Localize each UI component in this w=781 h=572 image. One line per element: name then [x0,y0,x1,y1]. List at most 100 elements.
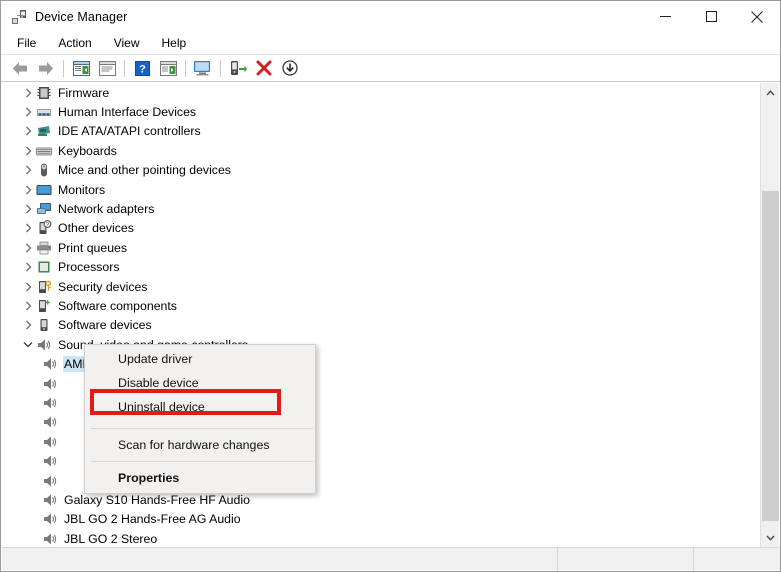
network-adapter-icon [36,201,53,217]
tree-item-label: JBL GO 2 Stereo [64,532,161,546]
tree-item-label: Security devices [58,280,152,294]
scroll-down-button[interactable] [761,528,780,547]
tree-item-label: Mice and other pointing devices [58,163,235,177]
minimize-button[interactable] [642,1,688,32]
view-details-icon[interactable] [156,57,180,80]
speaker-icon [42,395,59,411]
close-button[interactable] [734,1,780,32]
show-hide-console-tree-icon[interactable] [69,57,93,80]
context-menu-spacer [85,419,315,424]
tree-item-firmware[interactable]: Firmware [2,83,762,102]
tree-item-software-components[interactable]: Software components [2,296,762,315]
speaker-icon [42,414,59,430]
help-icon[interactable]: ? [130,57,154,80]
other-device-icon: ? [36,220,53,236]
status-bar-panel-3 [694,548,780,571]
tree-item-processors[interactable]: Processors [2,258,762,277]
tree-item-keyboards[interactable]: Keyboards [2,141,762,160]
chevron-right-icon[interactable] [20,277,36,296]
tree-item-label: Keyboards [58,144,121,158]
toolbar-separator-4 [220,60,221,77]
chevron-right-icon[interactable] [20,103,36,122]
context-menu-item-scan-for-hardware-changes[interactable]: Scan for hardware changes [85,433,315,457]
device-manager-window: Device Manager File Action View Help [0,0,781,572]
tree-item-network-adapters[interactable]: Network adapters [2,199,762,218]
window-title: Device Manager [35,10,127,24]
tree-item-mice-and-other-pointing-devices[interactable]: Mice and other pointing devices [2,161,762,180]
chevron-right-icon[interactable] [20,83,36,102]
monitor-icon [36,182,53,198]
menu-action[interactable]: Action [48,33,101,53]
chevron-right-icon[interactable] [20,296,36,315]
chevron-right-icon[interactable] [20,316,36,335]
chevron-right-icon[interactable] [20,219,36,238]
context-menu-item-disable-device[interactable]: Disable device [85,371,315,395]
tree-item-label: Human Interface Devices [58,105,200,119]
software-device-icon [36,317,53,333]
chevron-right-icon[interactable] [20,200,36,219]
forward-icon[interactable] [34,57,58,80]
tree-item-jbl-go-2-stereo[interactable]: JBL GO 2 Stereo [2,529,762,547]
chevron-right-icon[interactable] [20,122,36,141]
uninstall-device-icon[interactable] [252,57,276,80]
tree-item-monitors[interactable]: Monitors [2,180,762,199]
firmware-icon [36,85,53,101]
tree-item-security-devices[interactable]: Security devices [2,277,762,296]
tree-item-ide-ata-atapi-controllers[interactable]: IDE ATA/ATAPI controllers [2,122,762,141]
menu-file[interactable]: File [7,33,46,53]
tree-item-label: Galaxy S10 Hands-Free HF Audio [64,493,254,507]
chevron-right-icon[interactable] [20,161,36,180]
context-menu-item-uninstall-device[interactable]: Uninstall device [85,395,315,419]
toolbar-separator-3 [185,60,186,77]
context-menu-separator-2 [91,461,313,462]
keyboard-icon [36,143,53,159]
menu-bar: File Action View Help [1,32,780,55]
status-bar-panel-2 [558,548,694,571]
title-bar: Device Manager [1,1,780,32]
svg-text:?: ? [139,63,146,75]
tree-item-human-interface-devices[interactable]: Human Interface Devices [2,102,762,121]
speaker-icon [42,376,59,392]
tree-item-label: Print queues [58,241,131,255]
tree-item-label: Processors [58,260,124,274]
status-bar-message [2,548,558,571]
disable-device-icon[interactable] [278,57,302,80]
speaker-icon [42,356,59,372]
tree-item-label: Firmware [58,86,113,100]
back-icon[interactable] [8,57,32,80]
tree-item-label: JBL GO 2 Hands-Free AG Audio [64,512,245,526]
menu-view[interactable]: View [104,33,150,53]
printer-icon [36,240,53,256]
maximize-button[interactable] [688,1,734,32]
mouse-icon [36,162,53,178]
speaker-icon [42,473,59,489]
context-menu-separator-1 [91,428,313,429]
toolbar-separator-1 [63,60,64,77]
update-driver-icon[interactable] [226,57,250,80]
context-menu[interactable]: Update driver Disable device Uninstall d… [84,344,316,494]
hid-icon [36,104,53,120]
tree-item-print-queues[interactable]: Print queues [2,238,762,257]
context-menu-item-properties[interactable]: Properties [85,466,315,490]
vertical-scrollbar[interactable] [760,83,779,547]
tree-item-label: Other devices [58,221,138,235]
tree-item-software-devices[interactable]: Software devices [2,316,762,335]
context-menu-item-update-driver[interactable]: Update driver [85,347,315,371]
tree-item-other-devices[interactable]: ? Other devices [2,219,762,238]
chevron-right-icon[interactable] [20,258,36,277]
chevron-right-icon[interactable] [20,180,36,199]
tree-item-jbl-go-2-hands-free-ag-audio[interactable]: JBL GO 2 Hands-Free AG Audio [2,510,762,529]
sound-controller-icon [36,337,53,353]
device-manager-icon [11,9,27,25]
scan-for-hardware-changes-icon[interactable] [191,57,215,80]
chevron-right-icon[interactable] [20,238,36,257]
chevron-right-icon[interactable] [20,141,36,160]
menu-help[interactable]: Help [152,33,197,53]
svg-text:?: ? [46,223,49,229]
scroll-up-button[interactable] [761,83,780,102]
scrollbar-thumb[interactable] [762,191,779,521]
chevron-down-icon[interactable] [20,335,36,354]
ide-controller-icon [36,123,53,139]
toolbar-separator-2 [124,60,125,77]
properties-icon[interactable] [95,57,119,80]
